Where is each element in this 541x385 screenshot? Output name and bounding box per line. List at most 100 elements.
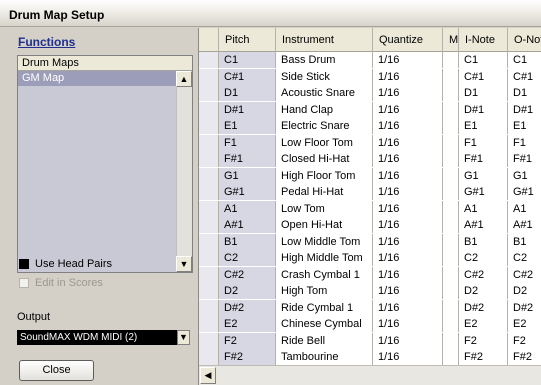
table-row[interactable]: B1 Low Middle Tom 1/16 B1 B1 xyxy=(199,233,541,250)
mute-cell[interactable] xyxy=(443,299,459,316)
instrument-cell[interactable]: High Tom xyxy=(276,283,373,299)
quantize-cell[interactable]: 1/16 xyxy=(373,250,443,266)
quantize-cell[interactable]: 1/16 xyxy=(373,52,443,68)
onote-cell[interactable]: E1 xyxy=(508,118,541,134)
instrument-cell[interactable]: Low Floor Tom xyxy=(276,134,373,151)
onote-cell[interactable]: D2 xyxy=(508,283,541,299)
inote-cell[interactable]: C2 xyxy=(459,250,508,266)
pitch-cell[interactable]: F#1 xyxy=(219,151,276,167)
instrument-cell[interactable]: High Floor Tom xyxy=(276,167,373,184)
quantize-cell[interactable]: 1/16 xyxy=(373,118,443,134)
quantize-cell[interactable]: 1/16 xyxy=(373,217,443,233)
instrument-cell[interactable]: Pedal Hi-Hat xyxy=(276,184,373,200)
inote-cell[interactable]: D#1 xyxy=(459,101,508,118)
instrument-cell[interactable]: Crash Cymbal 1 xyxy=(276,266,373,283)
row-handle[interactable] xyxy=(199,134,219,151)
table-row[interactable]: G#1 Pedal Hi-Hat 1/16 G#1 G#1 xyxy=(199,184,541,200)
chevron-down-icon[interactable]: ▼ xyxy=(177,330,190,345)
instrument-cell[interactable]: Open Hi-Hat xyxy=(276,217,373,233)
quantize-cell[interactable]: 1/16 xyxy=(373,134,443,151)
onote-cell[interactable]: F1 xyxy=(508,134,541,151)
inote-cell[interactable]: D2 xyxy=(459,283,508,299)
table-row[interactable]: C1 Bass Drum 1/16 C1 C1 xyxy=(199,52,541,68)
scroll-up-icon[interactable]: ▲ xyxy=(176,71,192,87)
pitch-cell[interactable]: C2 xyxy=(219,250,276,266)
quantize-cell[interactable]: 1/16 xyxy=(373,151,443,167)
mute-cell[interactable] xyxy=(443,85,459,101)
quantize-cell[interactable]: 1/16 xyxy=(373,167,443,184)
pitch-cell[interactable]: G1 xyxy=(219,167,276,184)
inote-cell[interactable]: F#1 xyxy=(459,151,508,167)
mute-cell[interactable] xyxy=(443,332,459,349)
table-row[interactable]: A1 Low Tom 1/16 A1 A1 xyxy=(199,200,541,217)
inote-cell[interactable]: F#2 xyxy=(459,349,508,365)
row-handle[interactable] xyxy=(199,85,219,101)
onote-cell[interactable]: C1 xyxy=(508,52,541,68)
mute-cell[interactable] xyxy=(443,52,459,68)
onote-cell[interactable]: D#2 xyxy=(508,299,541,316)
quantize-cell[interactable]: 1/16 xyxy=(373,283,443,299)
row-handle[interactable] xyxy=(199,349,219,365)
mute-cell[interactable] xyxy=(443,349,459,365)
onote-cell[interactable]: G#1 xyxy=(508,184,541,200)
quantize-cell[interactable]: 1/16 xyxy=(373,85,443,101)
scroll-left-icon[interactable]: ◀ xyxy=(200,367,216,384)
pitch-cell[interactable]: C#1 xyxy=(219,68,276,85)
quantize-cell[interactable]: 1/16 xyxy=(373,101,443,118)
instrument-cell[interactable]: Electric Snare xyxy=(276,118,373,134)
onote-cell[interactable]: D#1 xyxy=(508,101,541,118)
mute-cell[interactable] xyxy=(443,134,459,151)
pitch-cell[interactable]: F1 xyxy=(219,134,276,151)
table-row[interactable]: E2 Chinese Cymbal 1/16 E2 E2 xyxy=(199,316,541,332)
drum-map-item[interactable]: GM Map xyxy=(18,71,176,86)
onote-cell[interactable]: E2 xyxy=(508,316,541,332)
table-row[interactable]: A#1 Open Hi-Hat 1/16 A#1 A#1 xyxy=(199,217,541,233)
inote-cell[interactable]: E1 xyxy=(459,118,508,134)
mute-cell[interactable] xyxy=(443,266,459,283)
table-row[interactable]: D#1 Hand Clap 1/16 D#1 D#1 xyxy=(199,101,541,118)
inote-cell[interactable]: A#1 xyxy=(459,217,508,233)
table-row[interactable]: C2 High Middle Tom 1/16 C2 C2 xyxy=(199,250,541,266)
table-row[interactable]: F2 Ride Bell 1/16 F2 F2 xyxy=(199,332,541,349)
column-header-m[interactable]: M xyxy=(443,28,459,52)
pitch-cell[interactable]: E1 xyxy=(219,118,276,134)
row-handle[interactable] xyxy=(199,299,219,316)
onote-cell[interactable]: A1 xyxy=(508,200,541,217)
row-handle[interactable] xyxy=(199,68,219,85)
inote-cell[interactable]: B1 xyxy=(459,233,508,250)
pitch-cell[interactable]: D2 xyxy=(219,283,276,299)
horizontal-scrollbar[interactable]: ◀ xyxy=(199,365,541,385)
onote-cell[interactable]: D1 xyxy=(508,85,541,101)
row-handle[interactable] xyxy=(199,250,219,266)
inote-cell[interactable]: C#1 xyxy=(459,68,508,85)
pitch-cell[interactable]: G#1 xyxy=(219,184,276,200)
mute-cell[interactable] xyxy=(443,184,459,200)
mute-cell[interactable] xyxy=(443,217,459,233)
inote-cell[interactable]: A1 xyxy=(459,200,508,217)
column-header-pitch[interactable]: Pitch xyxy=(219,28,276,52)
table-row[interactable]: F#2 Tambourine 1/16 F#2 F#2 xyxy=(199,349,541,365)
quantize-cell[interactable]: 1/16 xyxy=(373,233,443,250)
onote-cell[interactable]: G1 xyxy=(508,167,541,184)
row-handle[interactable] xyxy=(199,200,219,217)
column-header-onote[interactable]: O-Note xyxy=(508,28,541,52)
use-head-pairs-checkbox[interactable]: Use Head Pairs xyxy=(19,257,112,270)
table-row[interactable]: C#2 Crash Cymbal 1 1/16 C#2 C#2 xyxy=(199,266,541,283)
table-row[interactable]: D1 Acoustic Snare 1/16 D1 D1 xyxy=(199,85,541,101)
mute-cell[interactable] xyxy=(443,250,459,266)
drum-maps-listbox[interactable]: GM Map xyxy=(18,71,176,272)
quantize-cell[interactable]: 1/16 xyxy=(373,184,443,200)
onote-cell[interactable]: A#1 xyxy=(508,217,541,233)
onote-cell[interactable]: C2 xyxy=(508,250,541,266)
pitch-cell[interactable]: D1 xyxy=(219,85,276,101)
pitch-cell[interactable]: B1 xyxy=(219,233,276,250)
inote-cell[interactable]: F2 xyxy=(459,332,508,349)
pitch-cell[interactable]: C1 xyxy=(219,52,276,68)
output-select[interactable]: SoundMAX WDM MIDI (2) ▼ xyxy=(17,330,190,345)
pitch-cell[interactable]: E2 xyxy=(219,316,276,332)
table-row[interactable]: F#1 Closed Hi-Hat 1/16 F#1 F#1 xyxy=(199,151,541,167)
quantize-cell[interactable]: 1/16 xyxy=(373,299,443,316)
onote-cell[interactable]: C#2 xyxy=(508,266,541,283)
instrument-cell[interactable]: Chinese Cymbal xyxy=(276,316,373,332)
onote-cell[interactable]: F#1 xyxy=(508,151,541,167)
